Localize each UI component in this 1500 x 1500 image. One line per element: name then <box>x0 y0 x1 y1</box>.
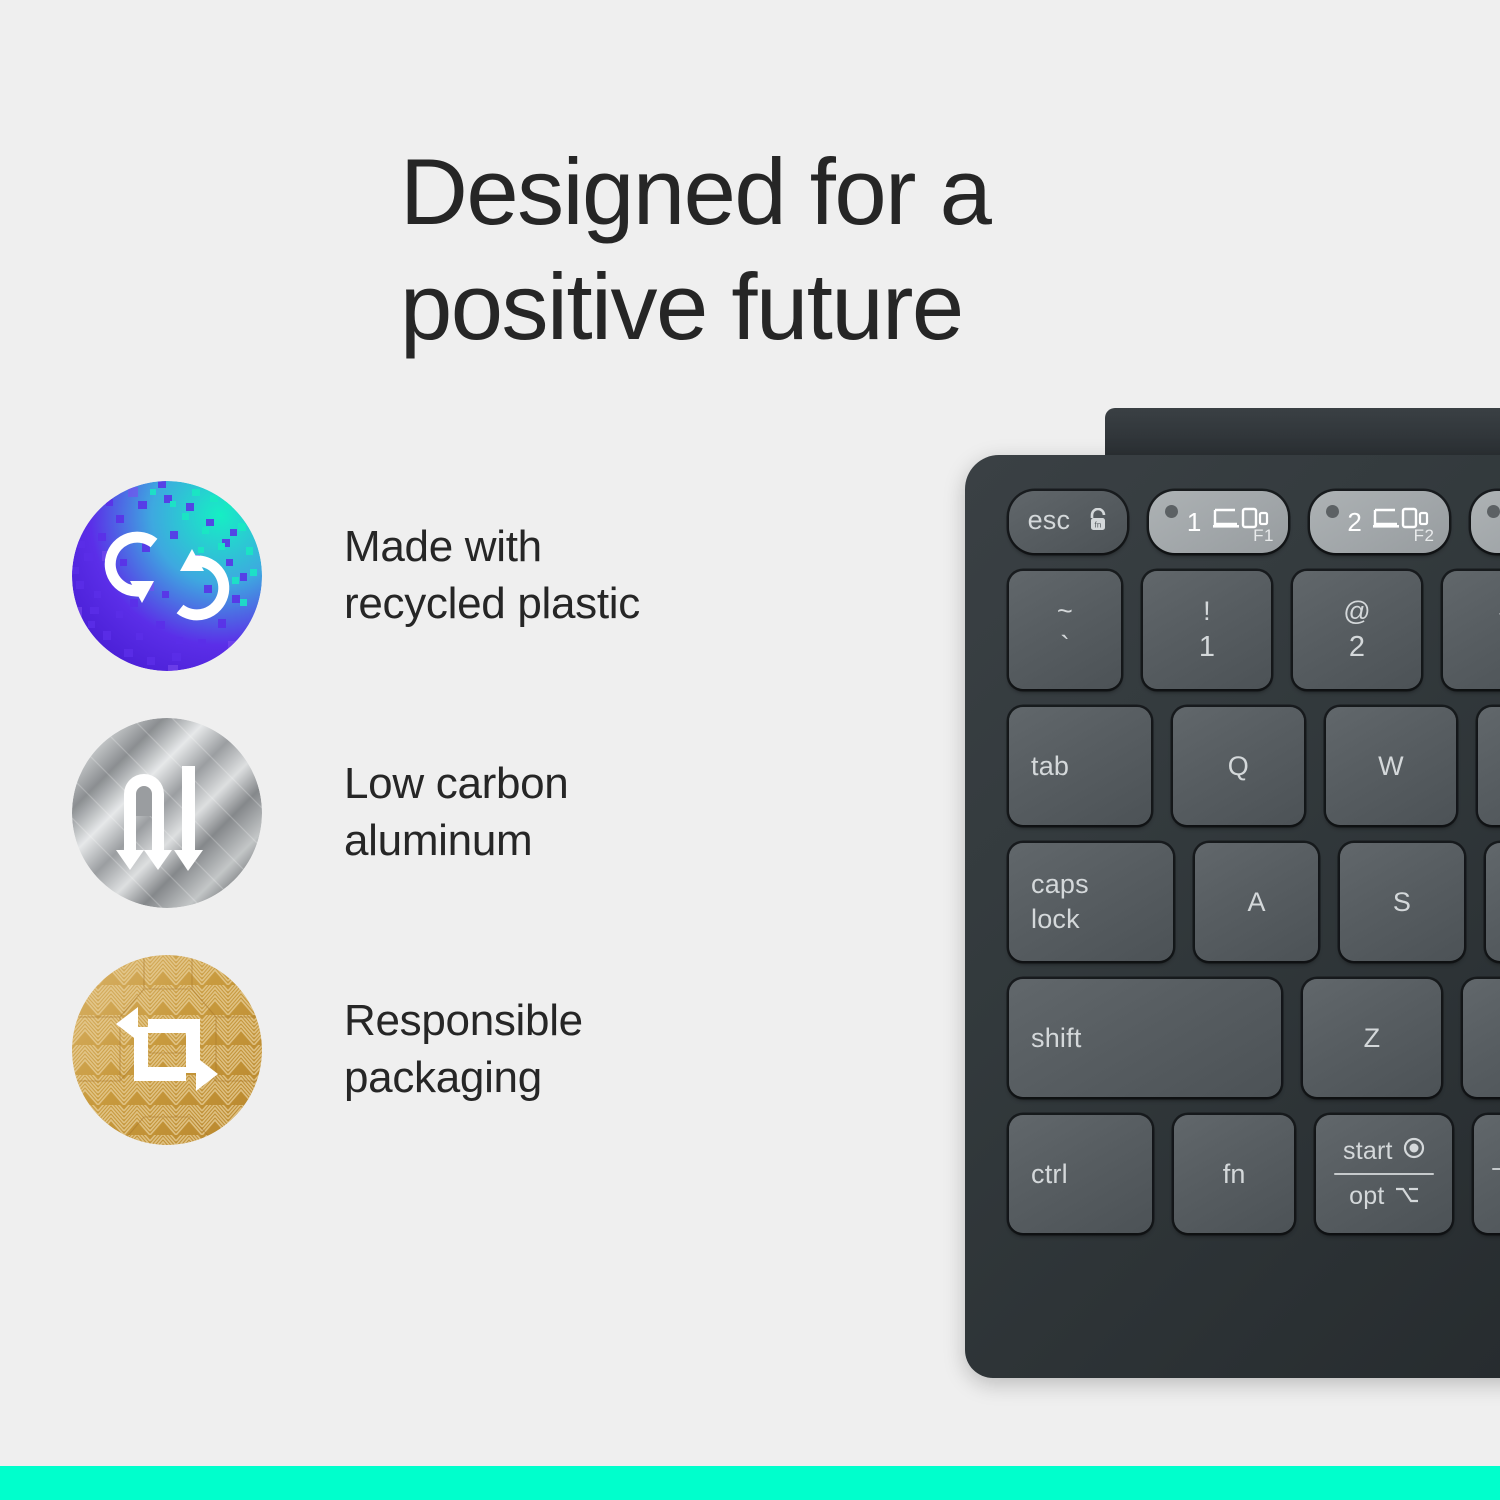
key-caps-lock[interactable]: caps lock <box>1009 843 1173 961</box>
key-shift-label: shift <box>1031 1022 1082 1053</box>
feature-label-line-2: aluminum <box>344 815 533 865</box>
feature-item-recycled-plastic: Made with recycled plastic <box>72 478 772 673</box>
key-backtick[interactable]: ~ ` <box>1009 571 1121 689</box>
key-caps-lock-label-line-1: caps <box>1031 868 1089 899</box>
key-2[interactable]: @ 2 <box>1293 571 1421 689</box>
key-1-label: 1 <box>1198 630 1216 663</box>
key-2-shift-label: @ <box>1343 595 1371 626</box>
keyboard-row-number: ~ ` ! 1 @ 2 <box>1009 571 1500 689</box>
feature-item-low-carbon-aluminum: Low carbon aluminum <box>72 715 772 910</box>
key-start-label: start <box>1343 1137 1393 1165</box>
recycled-plastic-icon <box>72 480 262 671</box>
key-3-shift-label: # <box>1443 596 1500 626</box>
low-carbon-aluminum-icon <box>72 717 262 908</box>
key-2-label: 2 <box>1348 630 1366 663</box>
svg-text:fn: fn <box>1094 521 1101 530</box>
fn-lock-icon: fn <box>1087 507 1109 539</box>
keyboard-row-modifier: ctrl fn start opt <box>1009 1115 1500 1233</box>
key-fn[interactable]: fn <box>1174 1115 1295 1233</box>
key-s-label: S <box>1392 886 1412 917</box>
feature-label-line-1: Responsible <box>344 996 583 1046</box>
key-tab-label: tab <box>1031 750 1070 781</box>
key-z-label: Z <box>1363 1022 1381 1053</box>
key-z[interactable]: Z <box>1303 979 1441 1097</box>
key-esc[interactable]: esc fn <box>1009 491 1128 553</box>
promo-panel: Designed for a positive future Made with… <box>0 0 1500 1500</box>
key-tab[interactable]: tab <box>1009 707 1152 825</box>
key-x[interactable]: X <box>1463 979 1500 1097</box>
key-1[interactable]: ! 1 <box>1143 571 1271 689</box>
key-e-label: E <box>1478 751 1500 782</box>
option-icon <box>1395 1182 1419 1211</box>
key-cmd[interactable]: cmd <box>1473 1115 1500 1233</box>
key-1-shift-label: ! <box>1203 595 1211 626</box>
key-f1-function-label: F1 <box>1253 526 1274 545</box>
key-f2-led-icon <box>1325 505 1339 518</box>
key-x-label: X <box>1463 1023 1500 1054</box>
keyboard-key-rows: esc fn 1 F1 2 F2 ~ ` ! 1 @ 2 tab Q W cap… <box>1009 491 1500 1233</box>
key-f2-label: 2 <box>1347 506 1363 537</box>
key-f1-label: 1 <box>1186 506 1202 537</box>
key-w[interactable]: W <box>1325 707 1457 825</box>
sustainability-feature-list: Made with recycled plastic Low carbon al… <box>72 478 772 1147</box>
key-f2-function-label: F2 <box>1413 526 1435 545</box>
responsible-packaging-icon <box>72 954 262 1145</box>
key-backtick-label: ` <box>1060 630 1070 663</box>
key-shift[interactable]: shift <box>1009 979 1281 1097</box>
key-esc-label: esc <box>1027 505 1071 535</box>
key-backtick-shift-label: ~ <box>1057 595 1073 626</box>
key-q[interactable]: Q <box>1173 707 1304 825</box>
key-f2[interactable]: 2 F2 <box>1309 491 1449 553</box>
key-fn-label: fn <box>1222 1158 1246 1189</box>
key-f1[interactable]: 1 F1 <box>1149 491 1288 553</box>
key-start-opt[interactable]: start opt <box>1316 1115 1452 1233</box>
page-title-line-1: Designed for a <box>400 138 992 244</box>
key-cmd-divider <box>1491 1168 1500 1170</box>
feature-label-line-1: Low carbon <box>344 759 569 809</box>
key-ctrl[interactable]: ctrl <box>1009 1115 1153 1233</box>
bottom-accent-bar <box>0 1466 1500 1500</box>
page-title-line-2: positive future <box>400 253 964 359</box>
keyboard-row-function: esc fn 1 F1 2 F2 <box>1009 491 1500 553</box>
key-d-label: D <box>1486 887 1500 918</box>
keyboard-row-home: caps lock A S D <box>1009 843 1500 961</box>
keyboard-product-image: esc fn 1 F1 2 F2 ~ ` ! 1 @ 2 tab Q W cap… <box>955 400 1500 1400</box>
feature-label-line-2: recycled plastic <box>344 578 640 628</box>
key-d[interactable]: D <box>1485 843 1500 961</box>
key-3[interactable]: # 3 <box>1443 571 1500 689</box>
feature-item-responsible-packaging: Responsible packaging <box>72 952 772 1147</box>
key-f3[interactable]: 3 F3 <box>1470 491 1500 553</box>
windows-dot-icon <box>1403 1137 1425 1166</box>
key-a[interactable]: A <box>1194 843 1319 961</box>
keyboard-row-tab: tab Q W E <box>1009 707 1500 825</box>
keyboard-row-shift: shift Z X <box>1009 979 1500 1097</box>
feature-label-line-1: Made with <box>344 522 542 572</box>
keyboard-body: esc fn 1 F1 2 F2 ~ ` ! 1 @ 2 tab Q W cap… <box>965 455 1500 1378</box>
key-ctrl-label: ctrl <box>1031 1158 1068 1189</box>
key-e[interactable]: E <box>1478 707 1500 825</box>
page-title: Designed for a positive future <box>400 135 1160 364</box>
key-caps-lock-label-line-2: lock <box>1031 904 1080 934</box>
key-w-label: W <box>1378 750 1404 781</box>
key-split-divider <box>1334 1173 1434 1175</box>
key-a-label: A <box>1247 886 1266 917</box>
feature-label-responsible-packaging: Responsible packaging <box>344 993 583 1106</box>
feature-label-low-carbon-aluminum: Low carbon aluminum <box>344 756 569 869</box>
key-f3-led-icon <box>1486 505 1500 518</box>
key-3-label: 3 <box>1443 631 1500 663</box>
feature-label-recycled-plastic: Made with recycled plastic <box>344 519 640 632</box>
key-opt-label: opt <box>1349 1182 1385 1210</box>
key-s[interactable]: S <box>1340 843 1464 961</box>
key-q-label: Q <box>1227 750 1249 781</box>
feature-label-line-2: packaging <box>344 1052 542 1102</box>
